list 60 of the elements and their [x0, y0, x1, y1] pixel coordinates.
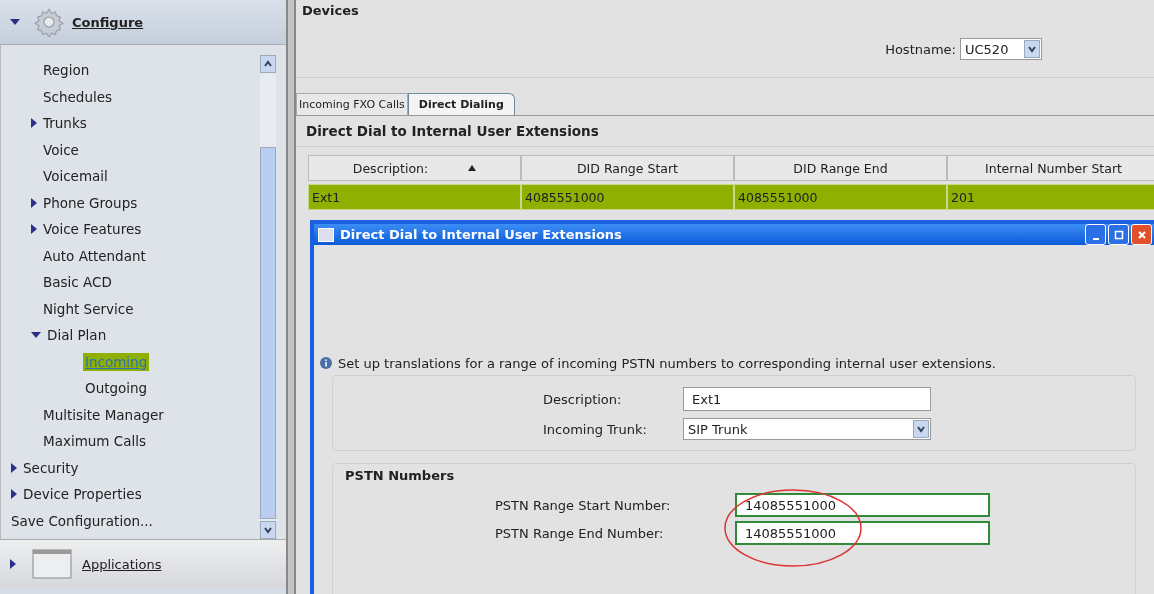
range-start-field[interactable]: 14085551000: [735, 493, 990, 517]
scrollbar[interactable]: [260, 55, 276, 539]
hostname-label: Hostname:: [885, 41, 956, 57]
scroll-up-icon[interactable]: [263, 59, 273, 69]
sidebar-item[interactable]: Schedules: [0, 83, 260, 110]
field-label: PSTN Range Start Number:: [495, 497, 672, 513]
info-text: Set up translations for a range of incoming PSTN numbers to corresponding internal user extensions.: [338, 355, 996, 371]
scroll-down-icon[interactable]: [263, 525, 273, 535]
tab[interactable]: Incoming FXO Calls: [296, 93, 408, 115]
window-icon: [318, 227, 334, 242]
info-icon: [320, 357, 332, 369]
description-field[interactable]: Ext1: [683, 387, 931, 411]
close-icon: [1136, 229, 1147, 240]
sidebar-item[interactable]: Auto Attendant: [0, 242, 260, 269]
sidebar-item[interactable]: Voice Features: [0, 216, 260, 243]
sidebar-item[interactable]: Outgoing: [83, 379, 150, 398]
field-label: Description:: [543, 391, 623, 407]
sidebar-header-label: Configure: [72, 14, 144, 30]
sidebar-item[interactable]: Security: [1, 454, 260, 481]
group-title: PSTN Numbers: [345, 468, 456, 483]
close-button[interactable]: [1131, 224, 1152, 245]
column-header[interactable]: DID Range Start: [521, 155, 734, 181]
sidebar-item[interactable]: Dial Plan: [0, 322, 260, 349]
hostname-dropdown[interactable]: UC520: [960, 38, 1042, 60]
sidebar-item[interactable]: Region: [0, 57, 260, 84]
sidebar-footer-label: Applications: [82, 556, 162, 572]
sidebar-item[interactable]: Save Configuration...: [1, 507, 260, 534]
sidebar-item[interactable]: Device Properties: [1, 481, 260, 508]
field-label: PSTN Range End Number:: [495, 525, 665, 541]
maximize-button[interactable]: [1108, 224, 1129, 245]
table-cell: Ext1: [308, 184, 521, 210]
sidebar-item[interactable]: Multisite Manager: [0, 401, 260, 428]
sidebar-item[interactable]: Phone Groups: [0, 189, 260, 216]
table-cell: 4085551000: [521, 184, 734, 210]
tab[interactable]: Direct Dialing: [407, 93, 515, 115]
sidebar-item[interactable]: Trunks: [0, 110, 260, 137]
window-icon: [32, 549, 72, 579]
dialog-title: Direct Dial to Internal User Extensions: [340, 227, 623, 242]
maximize-icon: [1113, 229, 1124, 240]
panel-title: Devices: [301, 2, 360, 20]
column-header[interactable]: Description:: [308, 155, 521, 181]
column-header[interactable]: DID Range End: [734, 155, 947, 181]
sidebar-header[interactable]: Configure: [0, 0, 286, 45]
field-label: Incoming Trunk:: [543, 421, 648, 437]
table-cell: 4085551000: [734, 184, 947, 210]
sidebar-item[interactable]: Night Service: [0, 295, 260, 322]
trunk-dropdown[interactable]: SIP Trunk: [683, 418, 931, 440]
column-header[interactable]: Internal Number Start: [947, 155, 1154, 181]
table-cell: 201: [947, 184, 1154, 210]
sidebar-item[interactable]: Voice: [0, 136, 260, 163]
sidebar-item[interactable]: Basic ACD: [0, 269, 260, 296]
minimize-button[interactable]: [1085, 224, 1106, 245]
table-row[interactable]: Ext1 4085551000 4085551000 201: [308, 184, 1154, 210]
sidebar-item[interactable]: Voicemail: [0, 163, 260, 190]
range-end-field[interactable]: 14085551000: [735, 521, 990, 545]
gear-icon: [34, 7, 64, 37]
sidebar-footer[interactable]: Applications: [0, 539, 286, 588]
minimize-icon: [1092, 237, 1099, 240]
sidebar-item[interactable]: Maximum Calls: [0, 428, 260, 455]
section-title: Direct Dial to Internal User Extensions: [296, 116, 1154, 147]
